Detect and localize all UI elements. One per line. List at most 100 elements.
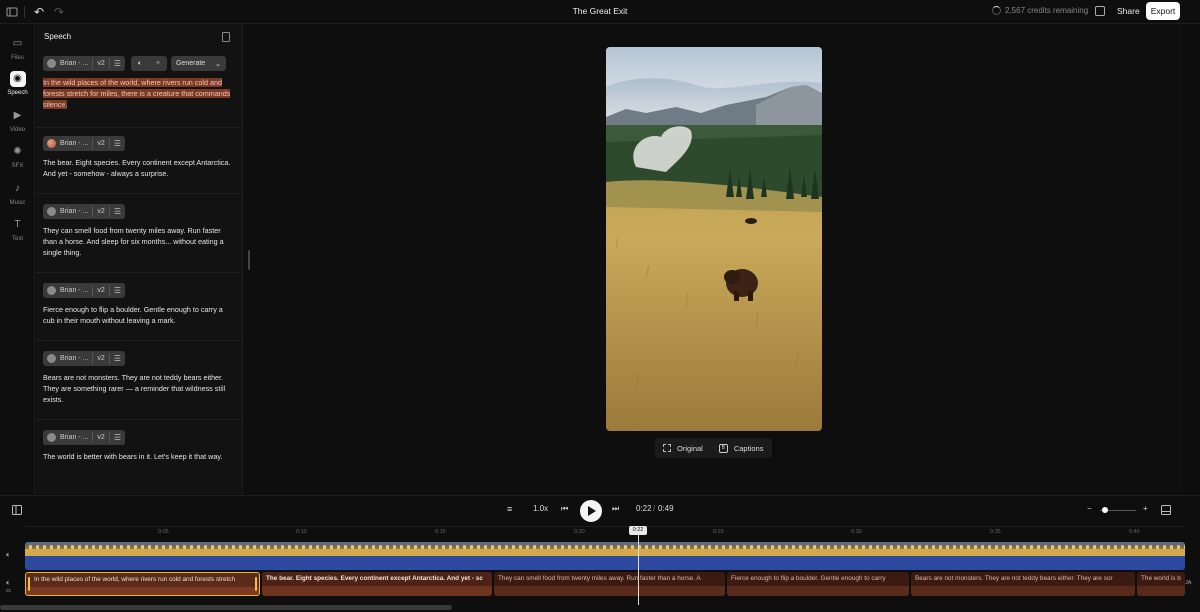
divider: [36, 340, 242, 341]
divider: [108, 353, 110, 364]
left-rail: ▭ Files ◉ Speech ▶ Video ✺ SFX ♪ Music T…: [0, 24, 35, 494]
ruler-tick: 0:15: [435, 529, 446, 535]
divider: [108, 285, 110, 296]
voice-avatar: [47, 286, 56, 295]
divider: [108, 206, 110, 217]
divider: [92, 58, 94, 69]
divider: [36, 127, 242, 128]
voice-avatar: [47, 207, 56, 216]
speech-text[interactable]: Fierce enough to flip a boulder. Gentle …: [43, 304, 233, 326]
settings-sliders-icon[interactable]: ☰: [114, 139, 121, 148]
voice-selector[interactable]: Brian - ... v2 ☰: [43, 351, 125, 366]
settings-sliders-icon[interactable]: ☰: [114, 433, 121, 442]
speech-clip[interactable]: Bears are not monsters. They are not ted…: [911, 572, 1135, 596]
ruler-tick: 0:40: [1129, 529, 1140, 535]
speech-clip[interactable]: Fierce enough to flip a boulder. Gentle …: [727, 572, 909, 596]
speech-clip[interactable]: The world is b: [1137, 572, 1185, 596]
video-track[interactable]: [25, 542, 1185, 570]
speech-clip[interactable]: In the wild places of the world, where r…: [25, 572, 260, 596]
credits-spinner-icon: [992, 6, 1001, 15]
rail-item-text[interactable]: T Text: [0, 217, 35, 242]
voice-selector[interactable]: Brian - ... v2 ☰: [43, 283, 125, 298]
playback-speed[interactable]: 1.0x: [533, 504, 548, 513]
clip-trim-handle-left[interactable]: [28, 577, 30, 591]
zoom-out-button[interactable]: −: [1087, 504, 1092, 513]
generate-label: Generate: [175, 60, 206, 67]
playhead[interactable]: [638, 531, 639, 605]
clip-trim-handle-right[interactable]: [255, 577, 257, 591]
play-button[interactable]: [580, 500, 602, 522]
preview-view-toggle: Original B Captions: [655, 438, 772, 458]
rail-item-speech[interactable]: ◉ Speech: [0, 71, 35, 96]
skip-forward-icon[interactable]: ⏭︎: [612, 504, 619, 514]
speech-text[interactable]: The bear. Eight species. Every continent…: [43, 157, 233, 179]
generate-button[interactable]: Generate ⌄: [170, 56, 227, 71]
settings-sliders-icon[interactable]: ☰: [114, 354, 121, 363]
settings-sliders-icon[interactable]: ☰: [114, 59, 121, 68]
voice-avatar: [47, 139, 56, 148]
captions-label: Captions: [733, 443, 764, 453]
magic-wand-icon[interactable]: ✧: [149, 56, 167, 71]
ruler-tick: 0:10: [296, 529, 307, 535]
rail-item-label: Music: [9, 200, 26, 206]
speech-track-audio-icon[interactable]: 🔈︎: [6, 578, 11, 588]
export-button[interactable]: Export: [1146, 2, 1180, 20]
model-version: v2: [97, 208, 105, 215]
speech-clip[interactable]: They can smell food from twenty miles aw…: [494, 572, 725, 596]
divider: [92, 206, 94, 217]
voice-selector[interactable]: Brian - ... v2 ☰: [43, 204, 125, 219]
original-label: Original: [677, 443, 703, 453]
speech-block: Brian - ... v2 ☰ They can smell food fro…: [43, 204, 236, 258]
feedback-icon[interactable]: [1095, 6, 1105, 16]
document-icon[interactable]: [222, 32, 230, 42]
highlighted-text: In the wild places of the world, where r…: [43, 78, 231, 109]
playlist-icon[interactable]: ≡: [507, 504, 512, 514]
panel-resize-handle[interactable]: [248, 250, 250, 270]
model-version: v2: [97, 355, 105, 362]
voice-selector[interactable]: Brian - ... v2 ☰: [43, 430, 125, 445]
speech-text[interactable]: They can smell food from twenty miles aw…: [43, 225, 233, 258]
speech-text[interactable]: In the wild places of the world, where r…: [43, 77, 233, 110]
voice-selector[interactable]: Brian - ... v2 ☰: [43, 56, 125, 71]
divider: [108, 432, 110, 443]
voice-selector[interactable]: Brian - ... v2 ☰: [43, 136, 125, 151]
fit-timeline-icon[interactable]: [1161, 505, 1171, 515]
rail-item-sfx[interactable]: ✺ SFX: [0, 144, 35, 169]
voice-avatar: [47, 59, 56, 68]
video-track-audio-icon[interactable]: 🔈︎: [6, 550, 11, 560]
original-view-button[interactable]: Original: [655, 444, 711, 453]
rail-item-video[interactable]: ▶ Video: [0, 108, 35, 133]
volume-icon[interactable]: 🔈︎: [131, 56, 149, 71]
captions-button[interactable]: B Captions: [711, 443, 772, 453]
timeline-ruler[interactable]: 0:05 0:10 0:15 0:20 0:25 0:30 0:35 0:40: [25, 526, 1185, 540]
ruler-tick: 0:25: [713, 529, 724, 535]
timeline-scrollbar[interactable]: [0, 605, 452, 610]
skip-back-icon[interactable]: ⏮︎: [561, 504, 568, 514]
rail-item-label: Video: [9, 127, 26, 133]
speech-text[interactable]: The world is better with bears in it. Le…: [43, 451, 233, 462]
user-badge: JA: [1185, 580, 1192, 586]
playhead-time[interactable]: 0:22: [629, 526, 647, 535]
right-edge-strip: [1183, 24, 1200, 494]
rail-item-music[interactable]: ♪ Music: [0, 181, 35, 206]
zoom-in-button[interactable]: +: [1143, 504, 1148, 513]
voice-name: Brian - ...: [60, 355, 89, 362]
captions-icon: B: [718, 443, 728, 453]
speech-block: Brian - ... v2 ☰ The bear. Eight species…: [43, 136, 236, 179]
split-view-icon[interactable]: [12, 505, 22, 515]
settings-sliders-icon[interactable]: ☰: [114, 286, 121, 295]
share-button[interactable]: Share: [1114, 5, 1143, 17]
rail-item-label: Files: [11, 55, 24, 61]
speech-text[interactable]: Bears are not monsters. They are not ted…: [43, 372, 233, 405]
video-icon: ▶: [13, 110, 22, 121]
chevron-down-icon[interactable]: ⌄: [215, 60, 221, 68]
rail-item-files[interactable]: ▭ Files: [0, 36, 35, 61]
captions-track-label: cc: [6, 588, 11, 594]
speech-clip[interactable]: The bear. Eight species. Every continent…: [262, 572, 492, 596]
divider: [108, 138, 110, 149]
model-version: v2: [97, 60, 105, 67]
video-preview[interactable]: [606, 47, 822, 431]
settings-sliders-icon[interactable]: ☰: [114, 207, 121, 216]
credits-indicator: 2,567 credits remaining: [992, 6, 1088, 15]
zoom-slider-handle[interactable]: [1101, 507, 1108, 513]
